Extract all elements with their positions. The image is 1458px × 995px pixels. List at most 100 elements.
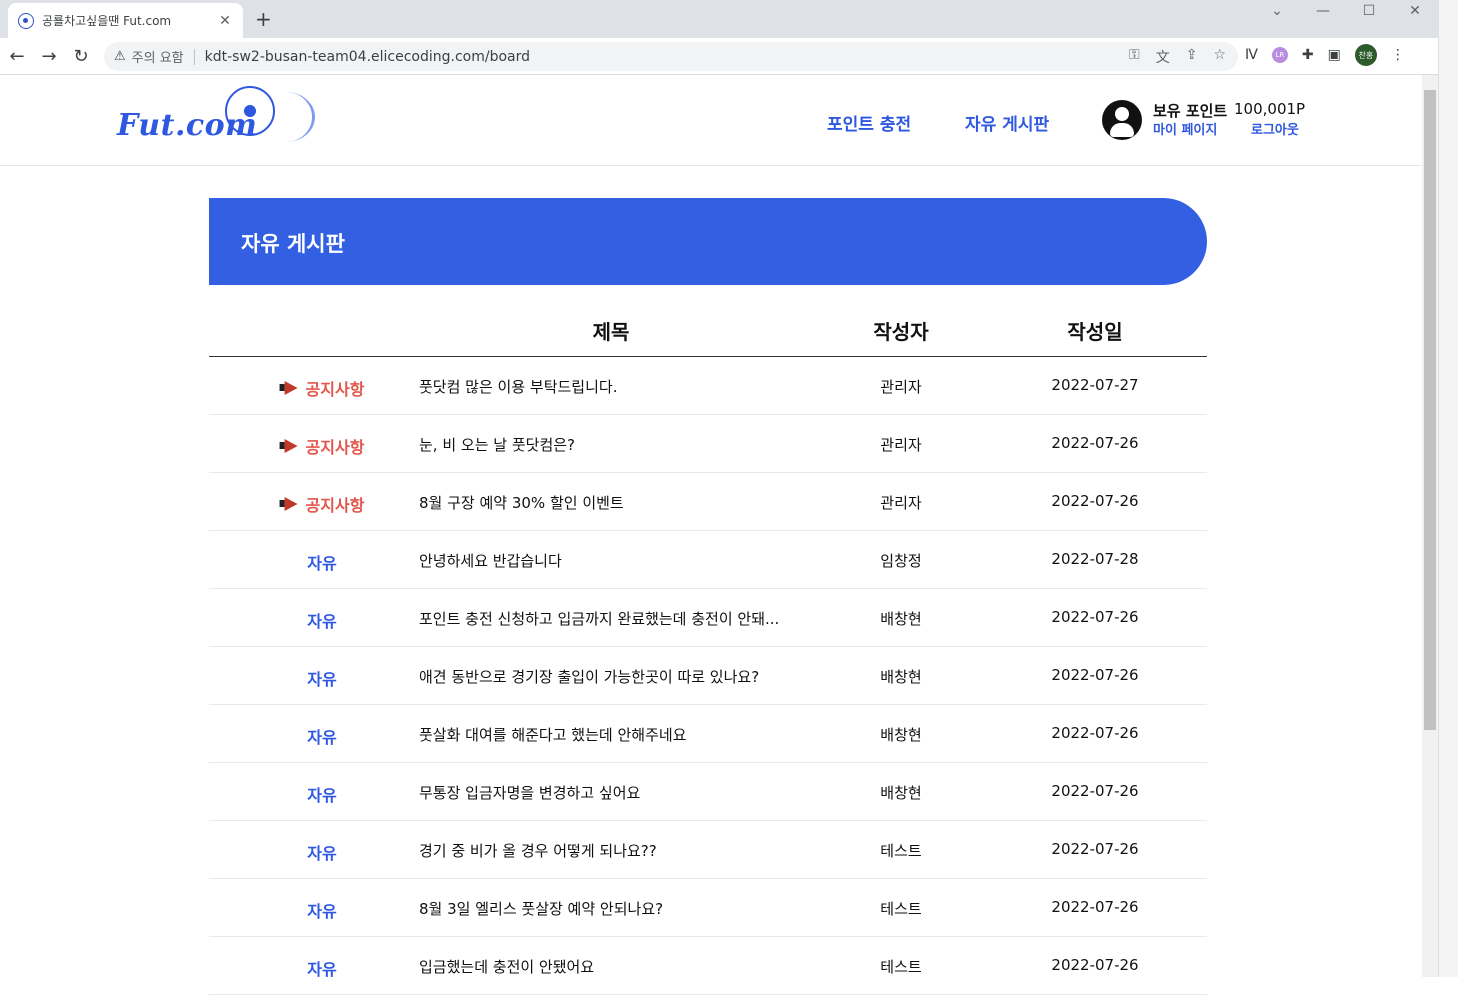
- post-date: 2022-07-26: [1051, 898, 1139, 916]
- url-text[interactable]: kdt-sw2-busan-team04.elicecoding.com/boa…: [205, 49, 1129, 65]
- table-row[interactable]: 자유 입금했는데 충전이 안됐어요 테스트 2022-07-26: [209, 937, 1207, 995]
- category-text: 자유: [307, 786, 337, 805]
- megaphone-icon: [279, 381, 300, 395]
- warning-triangle-icon[interactable]: ⚠: [114, 49, 126, 64]
- extension-lr-icon[interactable]: LR: [1271, 47, 1288, 63]
- table-row[interactable]: 자유 경기 중 비가 올 경우 어떻게 되나요?? 테스트 2022-07-26: [209, 821, 1207, 879]
- post-title-link[interactable]: 눈, 비 오는 날 풋닷컴은?: [419, 434, 575, 455]
- side-panel-icon[interactable]: ▣: [1328, 47, 1341, 63]
- table-row[interactable]: 자유 풋살화 대여를 해준다고 했는데 안해주네요 배창현 2022-07-26: [209, 705, 1207, 763]
- category-text: 자유: [307, 612, 337, 631]
- minimize-window-icon[interactable]: —: [1300, 0, 1346, 22]
- forward-arrow-icon[interactable]: →: [37, 44, 61, 68]
- free-category-label: 자유: [307, 782, 336, 806]
- notice-category-label: 공지사항: [279, 492, 364, 516]
- table-row[interactable]: 자유 포인트 충전 신청하고 입금까지 완료했는데 충전이 안돼... 배창현 202…: [209, 589, 1207, 647]
- address-bar[interactable]: ⚠ 주의 요함 kdt-sw2-busan-team04.elicecoding…: [104, 42, 1238, 71]
- back-arrow-icon[interactable]: ←: [5, 44, 29, 68]
- maximize-window-icon[interactable]: ☐: [1346, 0, 1392, 22]
- browser-tab[interactable]: 공룔차고싶을땐 Fut.com ✕: [8, 3, 243, 38]
- category-text: 자유: [307, 844, 337, 863]
- reload-icon[interactable]: ↻: [69, 44, 93, 68]
- category-text: 자유: [307, 554, 337, 573]
- logo-text: Fut.com: [117, 108, 258, 143]
- extensions-puzzle-icon[interactable]: ✚: [1302, 47, 1314, 63]
- category-text: 공지사항: [305, 438, 365, 457]
- post-title-link[interactable]: 애견 동반으로 경기장 출입이 가능한곳이 따로 있나요?: [419, 666, 759, 687]
- post-author: 테스트: [880, 958, 922, 976]
- post-title-link[interactable]: 풋살화 대여를 해준다고 했는데 안해주네요: [419, 724, 686, 745]
- mypage-link[interactable]: 마이 페이지: [1153, 119, 1217, 138]
- table-row[interactable]: 자유 8월 3일 엘리스 풋살장 예약 안되나요? 테스트 2022-07-26: [209, 879, 1207, 937]
- post-title-link[interactable]: 입금했는데 충전이 안됐어요: [419, 956, 594, 977]
- close-window-icon[interactable]: ✕: [1392, 0, 1438, 22]
- board-title: 자유 게시판: [241, 232, 345, 256]
- address-divider: [193, 48, 195, 65]
- post-date: 2022-07-26: [1051, 782, 1139, 800]
- free-category-label: 자유: [307, 956, 336, 980]
- megaphone-icon: [279, 439, 300, 453]
- post-title-link[interactable]: 포인트 충전 신청하고 입금까지 완료했는데 충전이 안돼...: [419, 608, 779, 629]
- site-logo[interactable]: Fut.com: [117, 86, 317, 156]
- logout-link[interactable]: 로그아웃: [1251, 119, 1299, 138]
- table-row[interactable]: 공지사항 풋닷컴 많은 이용 부탁드립니다. 관리자 2022-07-27: [209, 357, 1207, 415]
- post-author: 배창현: [880, 784, 922, 802]
- tab-close-icon[interactable]: ✕: [217, 13, 233, 29]
- key-icon[interactable]: ⚿: [1129, 47, 1140, 67]
- post-date: 2022-07-28: [1051, 550, 1139, 568]
- browser-tab-bar: 공룔차고싶을땐 Fut.com ✕ + ⌄ — ☐ ✕: [0, 0, 1438, 38]
- bookmark-star-icon[interactable]: ☆: [1213, 47, 1226, 67]
- new-tab-button[interactable]: +: [255, 8, 272, 30]
- nav-free-board[interactable]: 자유 게시판: [965, 110, 1049, 135]
- post-date: 2022-07-26: [1051, 724, 1139, 742]
- post-author: 관리자: [880, 378, 922, 396]
- post-author: 관리자: [880, 494, 922, 512]
- window-edge: [1438, 0, 1458, 977]
- category-text: 자유: [307, 960, 337, 979]
- table-row[interactable]: 자유 애견 동반으로 경기장 출입이 가능한곳이 따로 있나요? 배창현 2022-0…: [209, 647, 1207, 705]
- post-title-link[interactable]: 풋닷컴 많은 이용 부탁드립니다.: [419, 376, 617, 397]
- column-author: 작성자: [873, 320, 929, 344]
- post-title-link[interactable]: 안녕하세요 반갑습니다: [419, 550, 562, 571]
- category-text: 공지사항: [305, 380, 365, 399]
- table-row[interactable]: 공지사항 눈, 비 오는 날 풋닷컴은? 관리자 2022-07-26: [209, 415, 1207, 473]
- user-avatar-icon[interactable]: [1102, 100, 1142, 140]
- post-author: 임창정: [880, 552, 922, 570]
- free-category-label: 자유: [307, 666, 336, 690]
- soccer-ball-favicon-icon: [18, 12, 34, 29]
- free-category-label: 자유: [307, 724, 336, 748]
- post-author: 관리자: [880, 436, 922, 454]
- post-title-link[interactable]: 경기 중 비가 올 경우 어떻게 되나요??: [419, 840, 657, 861]
- post-author: 테스트: [880, 842, 922, 860]
- post-title-link[interactable]: 무통장 입금자명을 변경하고 싶어요: [419, 782, 640, 803]
- security-warning-label[interactable]: 주의 요함: [132, 47, 184, 66]
- page-scrollbar-thumb[interactable]: [1424, 90, 1436, 730]
- free-category-label: 자유: [307, 840, 336, 864]
- profile-avatar[interactable]: 찬홍: [1354, 44, 1377, 66]
- table-row[interactable]: 자유 안녕하세요 반갑습니다 임창정 2022-07-28: [209, 531, 1207, 589]
- free-category-label: 자유: [307, 898, 336, 922]
- extension-n-icon[interactable]: Ⅳ: [1245, 47, 1258, 63]
- nav-point-charge[interactable]: 포인트 충전: [827, 110, 911, 135]
- column-date: 작성일: [1067, 320, 1123, 344]
- browser-toolbar: ← → ↻ ⚠ 주의 요함 kdt-sw2-busan-team04.elice…: [0, 38, 1438, 75]
- points-value: 100,001P: [1234, 100, 1306, 118]
- table-row[interactable]: 자유 무통장 입금자명을 변경하고 싶어요 배창현 2022-07-26: [209, 763, 1207, 821]
- translate-icon[interactable]: 文: [1156, 47, 1170, 67]
- post-author: 배창현: [880, 668, 922, 686]
- post-date: 2022-07-26: [1051, 666, 1139, 684]
- board-banner: 자유 게시판: [209, 198, 1207, 285]
- points-label: 보유 포인트: [1153, 102, 1228, 120]
- post-author: 배창현: [880, 726, 922, 744]
- share-icon[interactable]: ⇪: [1186, 47, 1198, 67]
- category-text: 자유: [307, 670, 337, 689]
- post-title-link[interactable]: 8월 3일 엘리스 풋살장 예약 안되나요?: [419, 898, 663, 919]
- post-author: 테스트: [880, 900, 922, 918]
- free-category-label: 자유: [307, 550, 336, 574]
- post-title-link[interactable]: 8월 구장 예약 30% 할인 이벤트: [419, 492, 624, 513]
- tab-search-icon[interactable]: ⌄: [1254, 0, 1300, 22]
- free-category-label: 자유: [307, 608, 336, 632]
- browser-menu-icon[interactable]: ⋮: [1391, 47, 1405, 63]
- table-row[interactable]: 공지사항 8월 구장 예약 30% 할인 이벤트 관리자 2022-07-26: [209, 473, 1207, 531]
- notice-category-label: 공지사항: [279, 376, 365, 400]
